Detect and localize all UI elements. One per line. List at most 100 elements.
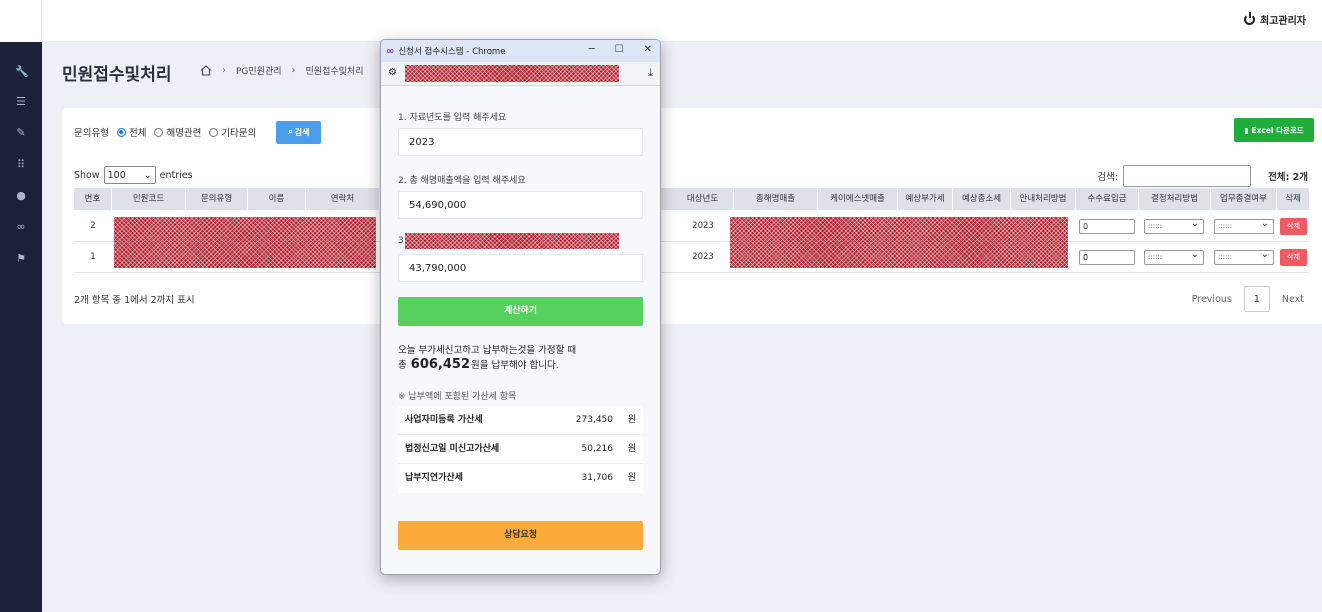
close-icon[interactable]: ✕	[644, 44, 652, 55]
user-icon[interactable]: ●	[15, 190, 27, 202]
column-header[interactable]: 수수료입금	[1076, 188, 1139, 210]
file-icon: ▮	[1244, 125, 1249, 135]
decision-select[interactable]: ::::::	[1144, 217, 1204, 234]
filter-row: 문의유형 전체 해명관련 기타문의 ⌕ 검색	[74, 120, 322, 144]
top-bar: 최고관리자	[0, 0, 1322, 42]
page-title: 민원접수및처리	[62, 65, 172, 85]
search-button[interactable]: ⌕ 검색	[276, 120, 322, 144]
site-settings-icon[interactable]: ⚙	[388, 67, 397, 78]
flag-icon[interactable]: ⚑	[15, 253, 27, 265]
column-header[interactable]: 케이에스넷매출	[818, 188, 898, 210]
window-controls: ─ ☐ ✕	[589, 44, 652, 55]
popup-body: 1. 자료년도를 입력 해주세요 2023 2. 총 해명매출액을 입력 해주세…	[381, 86, 660, 574]
total-count: 전체: 2개	[1268, 172, 1308, 183]
chevron-right-icon: ›	[291, 65, 296, 76]
column-header[interactable]: 대상년도	[672, 188, 734, 210]
column-header[interactable]: 연락처	[306, 188, 380, 210]
penalty-unit: 원	[627, 415, 636, 425]
show-suffix: entries	[159, 169, 193, 181]
list-icon[interactable]: ☰	[15, 96, 27, 108]
decision-select[interactable]: ::::::	[1144, 248, 1204, 265]
page-size-select[interactable]: 100 ⌄	[103, 166, 156, 184]
year-input[interactable]: 2023	[398, 128, 643, 156]
table-header: 번호 민원코드 문의유형 이름 연락처 대상년도 총해명매출 케이에스넷매출 예…	[74, 188, 1309, 210]
table-summary: 2개 항목 중 1에서 2까지 표시	[74, 295, 195, 306]
consult-request-button[interactable]: 상담요청	[398, 521, 643, 550]
total-sales-input[interactable]: 54,690,000	[398, 191, 643, 219]
delete-button[interactable]: 삭제	[1280, 249, 1307, 266]
column-header[interactable]: 번호	[74, 188, 112, 210]
home-icon[interactable]	[200, 65, 212, 76]
column-header[interactable]: 삭제	[1277, 188, 1309, 210]
closed-select[interactable]: ::::::	[1214, 248, 1274, 265]
calculate-button[interactable]: 계산하기	[398, 297, 643, 326]
radio-dot[interactable]	[154, 127, 164, 137]
column-header[interactable]: 민원코드	[112, 188, 186, 210]
logo-area	[0, 0, 42, 42]
penalty-amount: 273,450	[575, 415, 613, 425]
popup-window-title: 신청서 접수시스템 - Chrome	[398, 47, 506, 57]
question-3: 3	[398, 236, 404, 246]
third-input[interactable]: 43,790,000	[398, 254, 643, 282]
download-icon[interactable]: ⤓	[648, 66, 653, 80]
popup-toolbar: ⚙ ⤓	[381, 62, 660, 86]
result-suffix: 원을 납부해야 합니다.	[471, 360, 559, 371]
page-button-current[interactable]: 1	[1243, 286, 1270, 312]
radio-dot[interactable]	[116, 127, 126, 137]
redacted-block	[114, 217, 376, 243]
next-button[interactable]: Next	[1282, 294, 1304, 305]
column-header[interactable]: 이름	[248, 188, 306, 210]
breadcrumb-item[interactable]: PG민원관리	[236, 64, 282, 77]
redacted-block	[114, 242, 376, 268]
row-number: 2	[90, 221, 96, 231]
search-icon: ⌕	[288, 127, 293, 136]
column-header[interactable]: 문의유형	[186, 188, 248, 210]
breadcrumb-item[interactable]: 민원접수및처리	[306, 64, 364, 77]
penalty-unit: 원	[627, 444, 636, 454]
row-number: 1	[90, 252, 96, 262]
redacted-block	[730, 242, 1068, 268]
minimize-icon[interactable]: ─	[589, 44, 595, 55]
page-size-value: 100	[107, 169, 126, 181]
popup-titlebar[interactable]: ∞ 신청서 접수시스템 - Chrome ─ ☐ ✕	[381, 40, 660, 62]
radio-explain[interactable]: 해명관련	[154, 125, 201, 139]
radio-all[interactable]: 전체	[116, 125, 147, 139]
penalty-row: 법정신고일 미신고가산세 50,216 원	[398, 435, 643, 464]
wrench-icon[interactable]: 🔧	[15, 66, 29, 78]
column-header[interactable]: 안내처리방법	[1011, 188, 1076, 210]
result-prefix: 총	[398, 360, 407, 371]
fee-input[interactable]: 0	[1079, 219, 1135, 234]
row-year: 2023	[692, 252, 714, 262]
penalty-amount: 50,216	[581, 444, 614, 454]
show-prefix: Show	[74, 169, 100, 181]
table-search-input[interactable]	[1123, 165, 1252, 187]
fee-input[interactable]: 0	[1079, 250, 1135, 265]
grid-icon[interactable]: ⠿	[15, 159, 27, 171]
power-icon	[1244, 12, 1255, 25]
radio-label: 전체	[128, 128, 147, 139]
popup-window: ∞ 신청서 접수시스템 - Chrome ─ ☐ ✕ ⚙ ⤓ 1. 자료년도를 …	[380, 39, 661, 575]
column-header[interactable]: 결정처리방법	[1139, 188, 1211, 210]
pagination: Previous 1 Next	[1192, 286, 1304, 312]
pencil-icon[interactable]: ✎	[15, 127, 27, 139]
sidebar: 🔧 ☰ ✎ ⠿ ● ∞ ⚑	[0, 42, 42, 612]
previous-button[interactable]: Previous	[1192, 294, 1232, 305]
redacted-question	[405, 233, 619, 249]
radio-dot[interactable]	[209, 127, 219, 137]
user-menu[interactable]: 최고관리자	[1244, 12, 1306, 27]
redacted-url	[405, 65, 619, 82]
radio-other[interactable]: 기타문의	[209, 125, 256, 139]
row-year: 2023	[692, 221, 714, 231]
excel-download-button[interactable]: ▮ Excel 다운로드	[1234, 118, 1314, 142]
maximize-icon[interactable]: ☐	[615, 44, 624, 55]
closed-select[interactable]: ::::::	[1214, 217, 1274, 234]
column-header[interactable]: 예상부가세	[898, 188, 953, 210]
column-header[interactable]: 총해명매출	[734, 188, 818, 210]
result-line-1: 오늘 부가세신고하고 납부하는것을 가정할 때	[398, 345, 577, 356]
link-icon[interactable]: ∞	[15, 221, 27, 233]
delete-button[interactable]: 삭제	[1280, 218, 1307, 235]
radio-label: 기타문의	[221, 128, 257, 139]
column-header[interactable]: 예상종소세	[953, 188, 1011, 210]
penalty-name: 사업자미등록 가산세	[405, 415, 483, 425]
column-header[interactable]: 업무종결여부	[1211, 188, 1277, 210]
